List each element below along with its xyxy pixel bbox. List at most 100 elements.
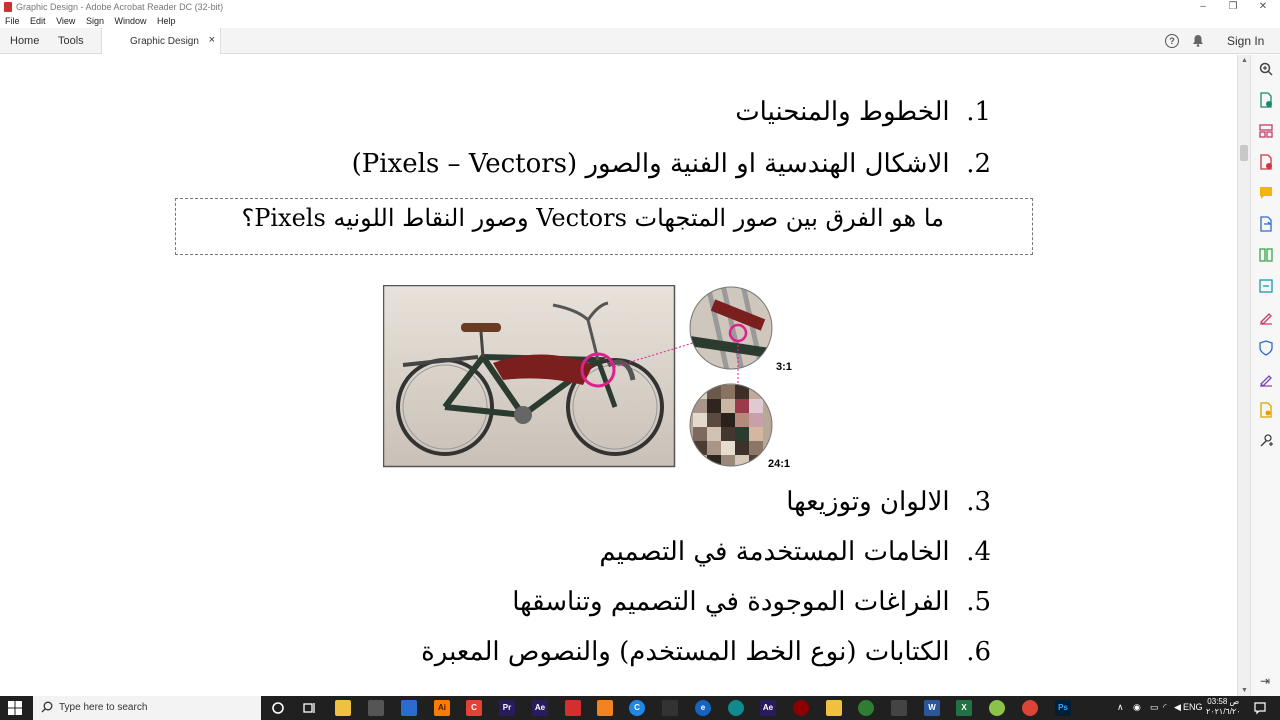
enhance-scans-icon[interactable] xyxy=(1258,278,1274,294)
excel-icon[interactable]: X xyxy=(956,700,972,716)
list-item: 3. الالوان وتوزيعها xyxy=(786,487,991,517)
list-item-number: 1. xyxy=(966,97,991,127)
certificate-icon[interactable] xyxy=(1258,402,1274,418)
zoom-label-small: 3:1 xyxy=(776,361,792,373)
list-item-number: 4. xyxy=(966,537,991,567)
organize-pages-icon[interactable] xyxy=(1258,123,1274,139)
tab-tools[interactable]: Tools xyxy=(58,35,84,47)
list-item-text: الكتابات (نوع الخط المستخدم) والنصوص الم… xyxy=(421,637,950,667)
illustrator-icon[interactable]: Ai xyxy=(434,700,450,716)
list-item-number: 2. xyxy=(966,149,991,179)
question-text: ما هو الفرق بين صور المتجهات Vectors وصو… xyxy=(241,204,944,232)
sign-pen-icon[interactable] xyxy=(1258,371,1274,387)
bicycle-figure: 3:1 24:1 xyxy=(383,285,792,470)
menu-sign[interactable]: Sign xyxy=(86,16,104,26)
close-tab-icon[interactable]: × xyxy=(209,34,215,46)
compare-files-icon[interactable] xyxy=(1258,247,1274,263)
menu-help[interactable]: Help xyxy=(157,16,176,26)
ccleaner-icon[interactable]: C xyxy=(629,700,645,716)
language-indicator[interactable]: ENG xyxy=(1183,702,1203,712)
restore-button[interactable]: ❐ xyxy=(1218,1,1248,12)
green-app-icon[interactable] xyxy=(858,700,874,716)
vlc-icon[interactable] xyxy=(597,700,613,716)
menu-view[interactable]: View xyxy=(56,16,75,26)
cube-app-icon[interactable] xyxy=(662,700,678,716)
battery-icon[interactable]: ▭ xyxy=(1150,702,1159,713)
zoom-icon[interactable] xyxy=(1258,61,1274,77)
windows-start-icon[interactable] xyxy=(8,701,22,715)
list-item-text: الفراغات الموجودة في التصميم وتناسقها xyxy=(512,587,950,617)
search-icon xyxy=(41,701,53,713)
question-box: ما هو الفرق بين صور المتجهات Vectors وصو… xyxy=(175,198,1033,255)
edge-icon[interactable] xyxy=(728,700,744,716)
notifications-icon[interactable] xyxy=(1252,700,1268,716)
send-for-review-icon[interactable] xyxy=(1258,216,1274,232)
tray-app-icon[interactable]: ◉ xyxy=(1133,702,1141,713)
list-item: 4. الخامات المستخدمة في التصميم xyxy=(599,537,991,567)
tab-document-label: Graphic Design xyxy=(130,36,199,47)
export-pdf-icon[interactable] xyxy=(1258,154,1274,170)
zoom-label-large: 24:1 xyxy=(768,458,790,470)
task-view-icon[interactable] xyxy=(301,700,317,716)
list-item-text: الالوان وتوزيعها xyxy=(786,487,950,517)
menu-edit[interactable]: Edit xyxy=(30,16,46,26)
adobe-app-icon[interactable]: Ae xyxy=(760,700,776,716)
utorrent-icon[interactable] xyxy=(989,700,1005,716)
list-item: 1. الخطوط والمنحنيات xyxy=(735,97,991,127)
protect-icon[interactable] xyxy=(1258,340,1274,356)
photoshop-icon[interactable]: Ps xyxy=(1055,700,1071,716)
gallery-icon[interactable] xyxy=(891,700,907,716)
fill-sign-icon[interactable] xyxy=(1258,309,1274,325)
list-item-text: الخطوط والمنحنيات xyxy=(735,97,950,127)
volume-icon[interactable]: ◀ xyxy=(1174,702,1181,713)
cortana-icon[interactable] xyxy=(270,700,286,716)
list-item-number: 6. xyxy=(966,637,991,667)
help-icon[interactable]: ? xyxy=(1165,34,1179,48)
menu-bar: File Edit View Sign Window Help xyxy=(0,14,1280,28)
search-placeholder: Type here to search xyxy=(59,702,148,713)
word-icon[interactable]: W xyxy=(924,700,940,716)
wifi-icon[interactable]: ◜ xyxy=(1163,702,1167,713)
mail-icon[interactable] xyxy=(401,700,417,716)
scroll-thumb[interactable] xyxy=(1240,145,1248,161)
acrobat-icon[interactable] xyxy=(565,700,581,716)
tab-document[interactable]: Graphic Design × xyxy=(101,28,221,54)
clock-time: 03:58 ص xyxy=(1207,697,1240,706)
list-item-text: الاشكال الهندسية او الفنية والصور (Pixel… xyxy=(351,149,950,179)
taskbar-clock[interactable]: 03:58 ص ٢٠٢١/٦/٢٠ xyxy=(1206,697,1241,717)
create-pdf-icon[interactable] xyxy=(1258,92,1274,108)
store-icon[interactable] xyxy=(368,700,384,716)
tools-panel: ⇥ xyxy=(1250,55,1280,696)
list-item: 5. الفراغات الموجودة في التصميم وتناسقها xyxy=(512,587,991,617)
file-explorer-icon[interactable] xyxy=(335,700,351,716)
acrobat-logo-icon xyxy=(4,2,12,12)
collapse-panel-icon[interactable]: ⇥ xyxy=(1260,674,1270,688)
minimize-button[interactable]: – xyxy=(1188,1,1218,12)
list-item: 6. الكتابات (نوع الخط المستخدم) والنصوص … xyxy=(421,637,991,667)
after-effects-icon[interactable]: Ae xyxy=(532,700,548,716)
taskbar: Type here to search Ai C Pr Ae C e Ae W … xyxy=(0,696,1280,720)
comment-icon[interactable] xyxy=(1258,185,1274,201)
clock-date: ٢٠٢١/٦/٢٠ xyxy=(1206,707,1241,716)
premiere-icon[interactable]: Pr xyxy=(499,700,515,716)
taskbar-search-input[interactable]: Type here to search xyxy=(33,696,261,720)
menu-window[interactable]: Window xyxy=(114,16,146,26)
internet-explorer-icon[interactable]: e xyxy=(695,700,711,716)
close-window-button[interactable]: ✕ xyxy=(1248,1,1278,12)
list-item-text: الخامات المستخدمة في التصميم xyxy=(599,537,950,567)
camtasia-icon[interactable]: C xyxy=(466,700,482,716)
chrome-icon[interactable] xyxy=(1022,700,1038,716)
sign-in-button[interactable]: Sign In xyxy=(1227,34,1264,48)
vertical-scrollbar[interactable]: ▲ ▼ xyxy=(1237,55,1250,696)
tab-bar: Home Tools Graphic Design × xyxy=(0,28,1280,54)
tab-home[interactable]: Home xyxy=(10,35,39,47)
list-item-number: 5. xyxy=(966,587,991,617)
more-tools-icon[interactable] xyxy=(1258,433,1274,449)
photos-icon[interactable] xyxy=(826,700,842,716)
bell-icon[interactable] xyxy=(1192,34,1204,47)
red-app-icon[interactable] xyxy=(793,700,809,716)
window-title: Graphic Design - Adobe Acrobat Reader DC… xyxy=(16,2,224,12)
tray-chevron-icon[interactable]: ∧ xyxy=(1117,702,1124,713)
menu-file[interactable]: File xyxy=(5,16,20,26)
list-item-number: 3. xyxy=(966,487,991,517)
